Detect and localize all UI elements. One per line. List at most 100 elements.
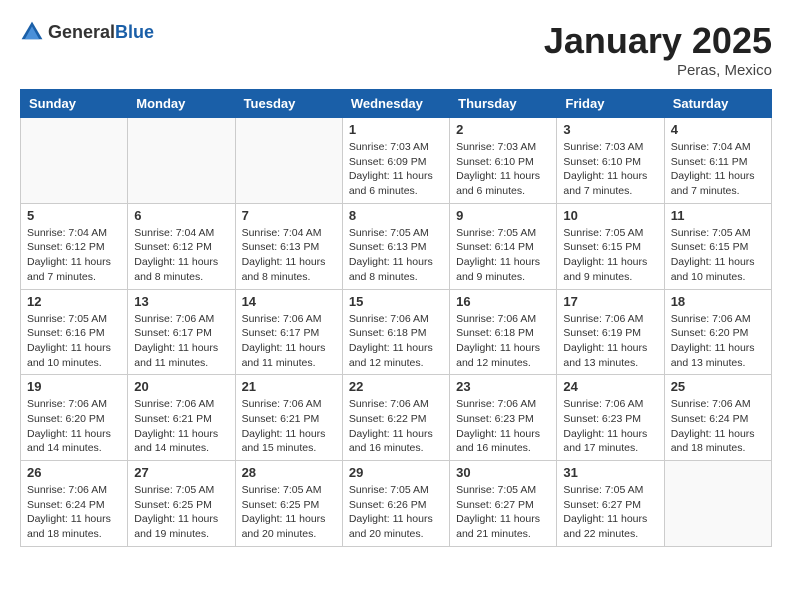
day-number: 26 [27,465,121,480]
day-info: Sunrise: 7:03 AM Sunset: 6:10 PM Dayligh… [456,140,550,199]
calendar-week-row: 19Sunrise: 7:06 AM Sunset: 6:20 PM Dayli… [21,375,772,461]
calendar-cell: 25 Sunrise: 7:06 AM Sunset: 6:24 PM Dayli… [664,375,771,461]
day-number: 8 [349,208,443,223]
day-number: 28 [242,465,336,480]
calendar-table: SundayMondayTuesdayWednesdayThursdayFrid… [20,89,772,547]
calendar-cell: 27 Sunrise: 7:05 AM Sunset: 6:25 PM Dayli… [128,461,235,547]
calendar-cell: 12 Sunrise: 7:05 AM Sunset: 6:16 PM Dayli… [21,289,128,375]
calendar-week-row: 1 Sunrise: 7:03 AM Sunset: 6:09 PM Daylig… [21,118,772,204]
day-info: Sunrise: 7:06 AM Sunset: 6:18 PM Dayligh… [456,312,550,371]
logo-general: General [48,22,115,42]
day-info: Sunrise: 7:05 AM Sunset: 6:25 PM Dayligh… [134,483,228,542]
day-info: Sunrise: 7:06 AM Sunset: 6:24 PM Dayligh… [27,483,121,542]
day-number: 12 [27,294,121,309]
day-number: 23 [456,379,550,394]
calendar-cell [235,118,342,204]
day-info: Sunrise: 7:06 AM Sunset: 6:18 PM Dayligh… [349,312,443,371]
calendar-week-row: 12 Sunrise: 7:05 AM Sunset: 6:16 PM Dayli… [21,289,772,375]
day-number: 24 [563,379,657,394]
day-number: 4 [671,122,765,137]
calendar-header: SundayMondayTuesdayWednesdayThursdayFrid… [21,90,772,118]
day-info: Sunrise: 7:03 AM Sunset: 6:09 PM Dayligh… [349,140,443,199]
day-info: Sunrise: 7:05 AM Sunset: 6:27 PM Dayligh… [456,483,550,542]
day-info: Sunrise: 7:03 AM Sunset: 6:10 PM Dayligh… [563,140,657,199]
day-number: 9 [456,208,550,223]
calendar-cell: 13 Sunrise: 7:06 AM Sunset: 6:17 PM Dayli… [128,289,235,375]
calendar-week-row: 5 Sunrise: 7:04 AM Sunset: 6:12 PM Daylig… [21,203,772,289]
day-info: Sunrise: 7:05 AM Sunset: 6:26 PM Dayligh… [349,483,443,542]
day-info: Sunrise: 7:05 AM Sunset: 6:14 PM Dayligh… [456,226,550,285]
day-number: 18 [671,294,765,309]
calendar-cell: 19Sunrise: 7:06 AM Sunset: 6:20 PM Dayli… [21,375,128,461]
day-number: 15 [349,294,443,309]
day-info: Sunrise: 7:05 AM Sunset: 6:15 PM Dayligh… [671,226,765,285]
calendar-body: 1 Sunrise: 7:03 AM Sunset: 6:09 PM Daylig… [21,118,772,547]
weekday-row: SundayMondayTuesdayWednesdayThursdayFrid… [21,90,772,118]
day-number: 30 [456,465,550,480]
month-title: January 2025 [544,20,772,62]
calendar-cell: 14 Sunrise: 7:06 AM Sunset: 6:17 PM Dayli… [235,289,342,375]
day-number: 14 [242,294,336,309]
calendar-cell: 10 Sunrise: 7:05 AM Sunset: 6:15 PM Dayli… [557,203,664,289]
weekday-header: Friday [557,90,664,118]
calendar-cell: 31 Sunrise: 7:05 AM Sunset: 6:27 PM Dayli… [557,461,664,547]
day-info: Sunrise: 7:05 AM Sunset: 6:16 PM Dayligh… [27,312,121,371]
weekday-header: Sunday [21,90,128,118]
day-info: Sunrise: 7:04 AM Sunset: 6:12 PM Dayligh… [27,226,121,285]
logo-text: GeneralBlue [48,22,154,43]
day-number: 1 [349,122,443,137]
calendar-cell: 24 Sunrise: 7:06 AM Sunset: 6:23 PM Dayli… [557,375,664,461]
day-info: Sunrise: 7:06 AM Sunset: 6:22 PM Dayligh… [349,397,443,456]
day-number: 31 [563,465,657,480]
calendar-cell: 3Sunrise: 7:03 AM Sunset: 6:10 PM Daylig… [557,118,664,204]
day-info: Sunrise: 7:05 AM Sunset: 6:15 PM Dayligh… [563,226,657,285]
day-number: 25 [671,379,765,394]
calendar-cell: 22Sunrise: 7:06 AM Sunset: 6:22 PM Dayli… [342,375,449,461]
weekday-header: Tuesday [235,90,342,118]
calendar-cell: 7 Sunrise: 7:04 AM Sunset: 6:13 PM Daylig… [235,203,342,289]
day-number: 7 [242,208,336,223]
day-info: Sunrise: 7:06 AM Sunset: 6:20 PM Dayligh… [671,312,765,371]
day-info: Sunrise: 7:06 AM Sunset: 6:17 PM Dayligh… [242,312,336,371]
day-number: 27 [134,465,228,480]
calendar-cell: 11 Sunrise: 7:05 AM Sunset: 6:15 PM Dayli… [664,203,771,289]
day-number: 13 [134,294,228,309]
day-info: Sunrise: 7:05 AM Sunset: 6:27 PM Dayligh… [563,483,657,542]
calendar-cell: 18 Sunrise: 7:06 AM Sunset: 6:20 PM Dayli… [664,289,771,375]
logo-icon [20,20,44,44]
day-number: 11 [671,208,765,223]
day-info: Sunrise: 7:06 AM Sunset: 6:24 PM Dayligh… [671,397,765,456]
calendar-cell [128,118,235,204]
day-number: 10 [563,208,657,223]
calendar-cell: 23 Sunrise: 7:06 AM Sunset: 6:23 PM Dayli… [450,375,557,461]
day-info: Sunrise: 7:06 AM Sunset: 6:23 PM Dayligh… [456,397,550,456]
day-info: Sunrise: 7:04 AM Sunset: 6:13 PM Dayligh… [242,226,336,285]
calendar-cell: 9 Sunrise: 7:05 AM Sunset: 6:14 PM Daylig… [450,203,557,289]
title-block: January 2025 Peras, Mexico [544,20,772,79]
calendar-cell: 16 Sunrise: 7:06 AM Sunset: 6:18 PM Dayli… [450,289,557,375]
weekday-header: Saturday [664,90,771,118]
calendar-cell: 30 Sunrise: 7:05 AM Sunset: 6:27 PM Dayli… [450,461,557,547]
calendar-cell: 2Sunrise: 7:03 AM Sunset: 6:10 PM Daylig… [450,118,557,204]
day-info: Sunrise: 7:06 AM Sunset: 6:20 PM Dayligh… [27,397,121,456]
calendar-cell [664,461,771,547]
weekday-header: Thursday [450,90,557,118]
calendar-cell: 21 Sunrise: 7:06 AM Sunset: 6:21 PM Dayli… [235,375,342,461]
calendar-cell: 8 Sunrise: 7:05 AM Sunset: 6:13 PM Daylig… [342,203,449,289]
day-info: Sunrise: 7:04 AM Sunset: 6:11 PM Dayligh… [671,140,765,199]
day-number: 17 [563,294,657,309]
calendar-cell: 29Sunrise: 7:05 AM Sunset: 6:26 PM Dayli… [342,461,449,547]
day-info: Sunrise: 7:06 AM Sunset: 6:17 PM Dayligh… [134,312,228,371]
calendar-cell: 15 Sunrise: 7:06 AM Sunset: 6:18 PM Dayli… [342,289,449,375]
day-number: 5 [27,208,121,223]
logo: GeneralBlue [20,20,154,44]
logo-blue: Blue [115,22,154,42]
day-number: 16 [456,294,550,309]
day-info: Sunrise: 7:05 AM Sunset: 6:13 PM Dayligh… [349,226,443,285]
calendar-cell: 4 Sunrise: 7:04 AM Sunset: 6:11 PM Daylig… [664,118,771,204]
day-info: Sunrise: 7:06 AM Sunset: 6:23 PM Dayligh… [563,397,657,456]
calendar-cell: 17Sunrise: 7:06 AM Sunset: 6:19 PM Dayli… [557,289,664,375]
calendar-week-row: 26 Sunrise: 7:06 AM Sunset: 6:24 PM Dayli… [21,461,772,547]
day-info: Sunrise: 7:06 AM Sunset: 6:21 PM Dayligh… [242,397,336,456]
day-number: 21 [242,379,336,394]
